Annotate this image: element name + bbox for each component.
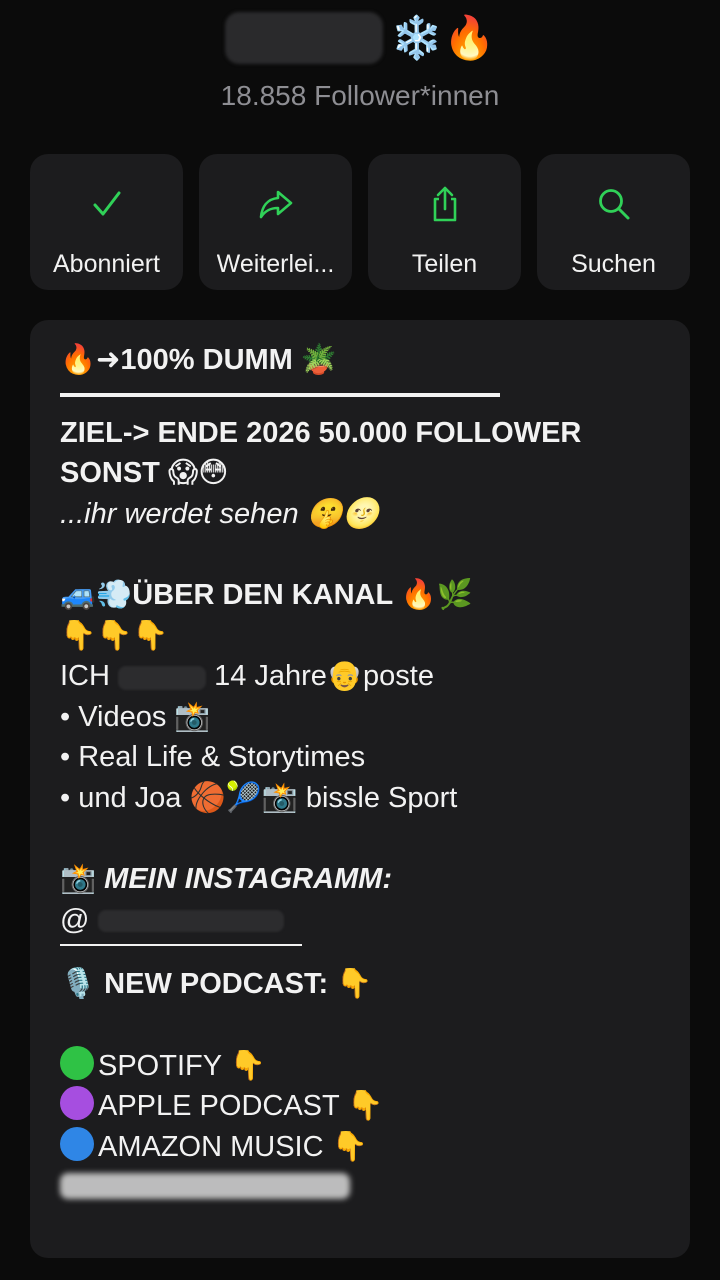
instagram-heading: 📸 MEIN INSTAGRAMM:: [60, 859, 660, 900]
about-heading: 🚙💨ÜBER DEN KANAL 🔥🌿: [60, 578, 473, 611]
green-circle-icon: [60, 1045, 94, 1080]
intro-line: ICH 14 Jahre👴poste: [60, 656, 660, 697]
divider-thick: [60, 392, 500, 397]
pointer-emojis: 👇👇👇: [60, 619, 169, 652]
purple-circle-icon: [60, 1086, 94, 1121]
at-sign: @: [60, 903, 90, 936]
channel-header: ❄️🔥 18.858 Follower*innen: [0, 0, 720, 130]
search-label: Suchen: [571, 250, 656, 278]
redacted-handle: [97, 910, 284, 933]
subscribed-button[interactable]: Abonniert: [30, 154, 183, 290]
goal-line-1: ZIEL-> ENDE 2026 50.000 FOLLOWER: [60, 416, 582, 449]
search-button[interactable]: Suchen: [537, 154, 690, 290]
blue-circle-icon: [60, 1126, 94, 1161]
apple-podcast-line[interactable]: APPLE PODCAST 👇: [60, 1086, 660, 1127]
forward-label: Weiterlei...: [216, 250, 335, 278]
share-icon: [433, 186, 456, 222]
amazon-music-line[interactable]: AMAZON MUSIC 👇: [60, 1126, 660, 1168]
channel-name-emojis: ❄️🔥: [390, 14, 496, 61]
channel-description-card: 🔥➜100% DUMM 🪴 ZIEL-> ENDE 2026 50.000 FO…: [30, 320, 690, 1258]
podcast-heading: 🎙️ NEW PODCAST: 👇: [60, 968, 373, 1001]
blurred-text: [60, 1173, 350, 1200]
channel-info-screen: ❄️🔥 18.858 Follower*innen Abonniert Weit…: [0, 0, 720, 1280]
divider-thin: [60, 944, 302, 947]
amazon-music-label: AMAZON MUSIC 👇: [98, 1130, 368, 1163]
apple-podcast-label: APPLE PODCAST 👇: [98, 1090, 384, 1123]
follower-count: 18.858 Follower*innen: [220, 80, 500, 111]
spotify-label: SPOTIFY 👇: [98, 1049, 266, 1082]
intro-prefix: ICH: [60, 660, 110, 693]
redacted-channel-name: [224, 12, 383, 64]
check-icon: [93, 191, 120, 216]
description-title: 🔥➜100% DUMM 🪴: [60, 344, 338, 376]
instagram-handle[interactable]: @: [60, 900, 660, 941]
share-label: Teilen: [411, 250, 478, 278]
subscribed-label: Abonniert: [52, 250, 161, 278]
share-button[interactable]: Teilen: [368, 154, 521, 290]
bullet-sport: • und Joa 🏀🎾📸 bissle Sport: [60, 781, 458, 814]
redacted-bottom-line: [60, 1167, 660, 1204]
search-icon: [598, 189, 629, 220]
bullet-videos: • Videos 📸: [60, 700, 211, 733]
action-bar: Abonniert Weiterlei... Teilen Suchen: [30, 154, 690, 290]
forward-button[interactable]: Weiterlei...: [199, 154, 352, 290]
channel-name-row: ❄️🔥: [0, 12, 720, 64]
forward-arrow-icon: [259, 190, 292, 219]
redacted-name: [118, 665, 207, 690]
intro-suffix: 14 Jahre👴poste: [214, 660, 434, 693]
goal-line-2: SONST 😱😳: [60, 457, 229, 490]
instagram-heading-text: MEIN INSTAGRAMM:: [104, 863, 392, 896]
goal-line-3: ...ihr werdet sehen 🤫🌝: [60, 497, 379, 530]
spotify-line[interactable]: SPOTIFY 👇: [60, 1045, 660, 1087]
bullet-real-life: • Real Life & Storytimes: [60, 741, 366, 774]
camera-flash-emoji: 📸: [60, 863, 97, 896]
